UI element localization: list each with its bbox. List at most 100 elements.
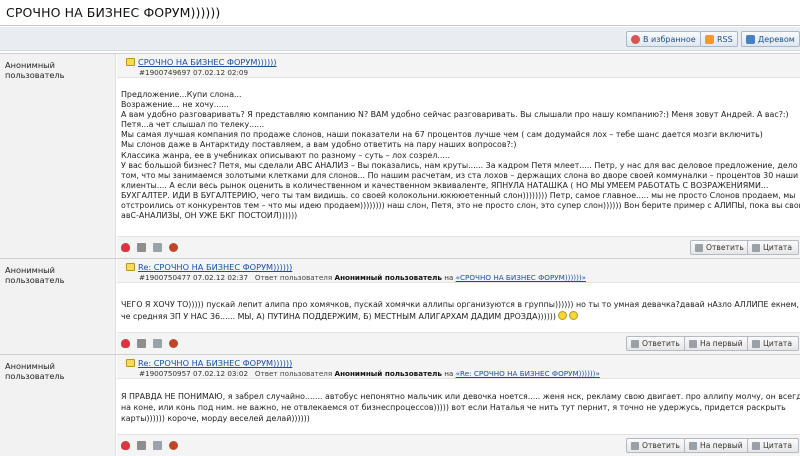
post-body: СРОЧНО НА БИЗНЕС ФОРУМ)))))) #1900749697… [117,54,800,258]
message-icon [126,58,135,66]
quote-label: Цитата [763,339,792,348]
post-subject: СРОЧНО НА БИЗНЕС ФОРУМ)))))) [126,57,277,67]
post-line: Мы слонов даже в Антарктиду поставляем, … [121,140,517,150]
thread-action-bar: В избранное RSS Деревом [0,27,800,51]
post-text: ЧЕГО Я ХОЧУ ТО))))) пускай лепит алипа п… [121,299,800,323]
go-to-first-button[interactable]: На первый [684,438,750,453]
smiley-icon [568,310,578,320]
go-to-first-label: На первый [700,339,743,348]
quote-label: Цитата [763,243,792,252]
post-footer: Ответить Цитата [117,236,800,258]
reply-button[interactable]: Ответить [690,240,751,255]
post-line-text: че средняя ЗП У НАС 36...... МЫ, А) ПУТИ… [121,311,556,321]
like-icon[interactable] [121,441,130,450]
post-subject-link[interactable]: Re: СРОЧНО НА БИЗНЕС ФОРУМ)))))) [138,262,292,272]
reply-icon [695,243,703,252]
post-id-date: #1900750477 07.02.12 02:37 [139,273,249,282]
post-line: че средняя ЗП У НАС 36...... МЫ, А) ПУТИ… [121,310,792,323]
print-icon[interactable] [137,441,146,450]
post-line: том, что мы занимаемся золотыми клетками… [121,170,799,180]
quote-button[interactable]: Цитата [747,240,799,255]
post-line: ЧЕГО Я ХОЧУ ТО))))) пускай лепит алипа п… [121,300,800,309]
post-line: Петя...а чет слышал по телеку...... [121,120,265,130]
post-author: Анонимный пользователь [0,259,116,354]
reply-author: Анонимный пользователь [334,273,442,282]
forum-post: Анонимный пользователь Re: СРОЧНО НА БИЗ… [0,354,800,456]
quote-button[interactable]: Цитата [747,336,799,351]
post-footer: Ответить На первый Цитата [117,434,800,456]
reply-author: Анонимный пользователь [334,369,442,378]
post-line: А вам удобно разговаривать? Я представля… [121,110,789,120]
forum-post: Анонимный пользователь СРОЧНО НА БИЗНЕС … [0,53,800,258]
post-line: У вас большой бизнес? Петя, мы сделали А… [121,160,800,170]
reply-label: Ответить [642,339,680,348]
post-header: Re: СРОЧНО НА БИЗНЕС ФОРУМ)))))) #190075… [117,355,800,379]
post-line: Классика жанра, ее в учебниках описывают… [121,150,450,160]
forum-post: Анонимный пользователь Re: СРОЧНО НА БИЗ… [0,258,800,354]
post-header: Re: СРОЧНО НА БИЗНЕС ФОРУМ)))))) #190075… [117,259,800,283]
post-line: карты)))))) короче, морду веселей делай)… [121,414,310,423]
post-subject: Re: СРОЧНО НА БИЗНЕС ФОРУМ)))))) [126,358,292,368]
heart-icon [631,34,640,44]
post-tools [121,339,178,348]
quote-icon [752,339,760,348]
post-author: Анонимный пользователь [0,355,116,456]
post-tools [121,441,178,450]
reply-button[interactable]: Ответить [626,438,687,453]
up-arrow-icon [689,339,697,348]
like-icon[interactable] [121,339,130,348]
post-line: на коне, или конь под ним. не важно, не … [121,403,786,412]
tree-icon [746,34,755,44]
tree-view-label: Деревом [758,34,795,44]
post-footer: Ответить На первый Цитата [117,332,800,354]
report-icon[interactable] [169,243,178,252]
report-icon[interactable] [169,339,178,348]
post-body: Re: СРОЧНО НА БИЗНЕС ФОРУМ)))))) #190075… [117,259,800,354]
on-label: на [444,273,454,282]
reply-icon [631,339,639,348]
mail-icon[interactable] [153,441,162,450]
post-tools [121,243,178,252]
post-subject-link[interactable]: СРОЧНО НА БИЗНЕС ФОРУМ)))))) [138,57,277,67]
post-line: клиенты.... А если весь рынок оценить в … [121,180,769,190]
post-line: авС-АНАЛИЗЫ, ОН УЖЕ БКГ ПОСТОИЛ)))))) [121,211,298,221]
reply-button[interactable]: Ответить [626,336,687,351]
post-id-date: #1900750957 07.02.12 03:02 [139,369,249,378]
post-subject: Re: СРОЧНО НА БИЗНЕС ФОРУМ)))))) [126,262,292,272]
report-icon[interactable] [169,441,178,450]
title-divider [0,25,800,26]
print-icon[interactable] [137,339,146,348]
answered-by-label: Ответ пользователя [254,369,333,378]
print-icon[interactable] [137,243,146,252]
page-title: СРОЧНО НА БИЗНЕС ФОРУМ)))))) [6,5,221,20]
quote-icon [752,441,760,450]
post-body: Re: СРОЧНО НА БИЗНЕС ФОРУМ)))))) #190075… [117,355,800,456]
reply-label: Ответить [706,243,744,252]
smiley-icon [557,310,567,320]
mail-icon[interactable] [153,339,162,348]
like-icon[interactable] [121,243,130,252]
post-line: Возражение... не хочу...... [121,100,229,110]
add-to-favorites-button[interactable]: В избранное [626,31,701,47]
post-line: Я ПРАВДА НЕ ПОНИМАЮ, я забрел случайно..… [121,392,800,401]
up-arrow-icon [689,441,697,450]
post-text: Я ПРАВДА НЕ ПОНИМАЮ, я забрел случайно..… [121,391,800,424]
on-label: на [444,369,454,378]
go-to-first-button[interactable]: На первый [684,336,750,351]
add-to-favorites-label: В избранное [643,34,696,44]
post-line: Предложение...Купи слона... [121,90,242,99]
rss-button[interactable]: RSS [700,31,738,47]
post-subject-link[interactable]: Re: СРОЧНО НА БИЗНЕС ФОРУМ)))))) [138,358,292,368]
reply-target-link[interactable]: «Re: СРОЧНО НА БИЗНЕС ФОРУМ))))))» [456,369,600,378]
reply-target-link[interactable]: «СРОЧНО НА БИЗНЕС ФОРУМ))))))» [456,273,586,282]
post-text: Предложение...Купи слона... Возражение..… [121,90,800,221]
quote-button[interactable]: Цитата [747,438,799,453]
post-meta: #1900749697 07.02.12 02:09 [139,68,249,77]
post-header: СРОЧНО НА БИЗНЕС ФОРУМ)))))) #1900749697… [117,54,800,78]
answered-by-label: Ответ пользователя [254,273,333,282]
rss-icon [705,34,714,44]
tree-view-button[interactable]: Деревом [741,31,800,47]
rss-label: RSS [717,34,733,44]
post-line: БУХГАЛТЕР. ИДИ В БУГАЛТЕРИЮ, чего ты там… [121,190,796,200]
mail-icon[interactable] [153,243,162,252]
